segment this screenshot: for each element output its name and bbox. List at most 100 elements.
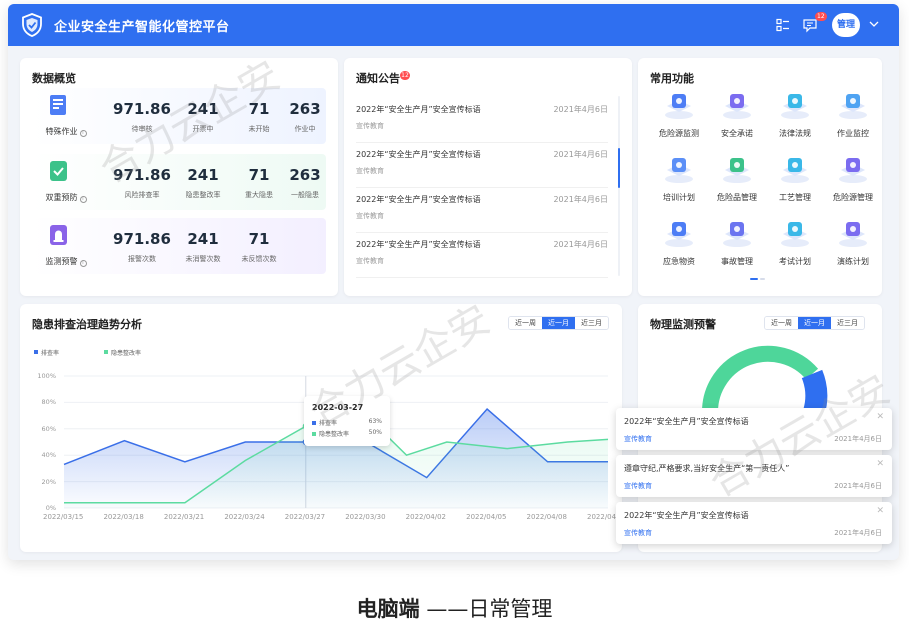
overview-row-dual-prevention[interactable]: 双重预防 i 971.86 风险排查率 241 隐患整改率 71 重大隐患 263… bbox=[32, 154, 326, 210]
overview-row-monitor-alert[interactable]: 监测预警 i 971.86 报警次数 241 未消警次数 71 未反馈次数 bbox=[32, 218, 326, 274]
overview-row-label: 特殊作业 i bbox=[36, 126, 96, 137]
stat-label: 风险排查率 bbox=[124, 191, 160, 199]
stat-label: 待审核 bbox=[131, 125, 153, 133]
notice-date: 2021年4月6日 bbox=[553, 240, 608, 249]
stat-value: 241 bbox=[187, 100, 219, 118]
function-item[interactable]: 危险源管理 bbox=[824, 156, 880, 212]
function-item[interactable]: 应急物资 bbox=[650, 220, 706, 276]
shield-check-icon bbox=[50, 161, 67, 181]
functions-card: 常用功能 危险源监测 安全承诺 法律法规 作业监控培训计划 危险品管理 工艺管理 危险源管理… bbox=[638, 58, 882, 296]
stat-value: 971.86 bbox=[113, 166, 171, 184]
monitor-popup[interactable]: 2022年“安全生产月”安全宣传标语 宣传教育 2021年4月6日 ✕ bbox=[616, 408, 892, 450]
function-item[interactable]: 工艺管理 bbox=[766, 156, 822, 212]
page-caption: 电脑端 ——日常管理 bbox=[356, 597, 553, 621]
function-label: 危险源监测 bbox=[659, 129, 699, 138]
app-frame: 企业安全生产智能化管控平台 12 管理 数据概览 特殊作业 i 971.86 待… bbox=[8, 4, 899, 560]
function-item[interactable]: 法律法规 bbox=[766, 92, 822, 148]
stat-value: 241 bbox=[187, 230, 219, 248]
chevron-down-icon[interactable] bbox=[868, 18, 880, 30]
notice-item[interactable]: 2022年“安全生产月”安全宣传标语 2021年4月6日 宣传教育 bbox=[356, 98, 608, 143]
notice-text: 2022年“安全生产月”安全宣传标语 bbox=[356, 240, 481, 249]
function-item[interactable]: 培训计划 bbox=[650, 156, 706, 212]
close-icon[interactable]: ✕ bbox=[876, 413, 884, 422]
popup-tag[interactable]: 宣传教育 bbox=[624, 434, 652, 444]
notice-date: 2021年4月6日 bbox=[553, 195, 608, 204]
overview-row-special-work[interactable]: 特殊作业 i 971.86 待审核 241 开票中 71 未开始 263 作业中 bbox=[32, 88, 326, 144]
function-label: 安全承诺 bbox=[721, 129, 753, 138]
functions-title: 常用功能 bbox=[650, 72, 694, 85]
function-label: 演练计划 bbox=[837, 257, 869, 266]
hazard-manage-icon bbox=[839, 158, 867, 183]
popup-text: 2022年“安全生产月”安全宣传标语 bbox=[624, 417, 749, 426]
notice-item[interactable]: 2022年“安全生产月”安全宣传标语 2021年4月6日 宣传教育 bbox=[356, 188, 608, 233]
stat-label: 重大隐患 bbox=[245, 191, 273, 199]
popup-text: 遵章守纪,严格要求,当好安全生产“第一责任人” bbox=[624, 464, 790, 473]
close-icon[interactable]: ✕ bbox=[876, 460, 884, 469]
notice-item[interactable]: 2022年“安全生产月”安全宣传标语 2021年4月6日 宣传教育 bbox=[356, 143, 608, 188]
app-title: 企业安全生产智能化管控平台 bbox=[54, 20, 230, 35]
function-label: 危险品管理 bbox=[717, 193, 757, 202]
tooltip-date: 2022-03-27 bbox=[312, 403, 364, 412]
notice-item[interactable]: 2022年“安全生产月”安全宣传标语 2021年4月6日 宣传教育 bbox=[356, 233, 608, 278]
drill-icon bbox=[839, 222, 867, 247]
popup-date: 2021年4月6日 bbox=[834, 482, 882, 490]
function-item[interactable]: 危险品管理 bbox=[708, 156, 764, 212]
function-item[interactable]: 考试计划 bbox=[766, 220, 822, 276]
notice-tag: 宣传教育 bbox=[356, 122, 384, 130]
safety-pledge-icon bbox=[723, 94, 751, 119]
grid-menu-icon[interactable] bbox=[775, 17, 791, 33]
notice-tag: 宣传教育 bbox=[356, 212, 384, 220]
notice-scrollbar-thumb[interactable] bbox=[618, 148, 620, 188]
process-icon bbox=[781, 158, 809, 183]
user-avatar[interactable]: 管理 bbox=[832, 13, 860, 37]
stat-value: 71 bbox=[248, 230, 270, 248]
stat-value: 971.86 bbox=[113, 230, 171, 248]
document-icon bbox=[50, 95, 66, 115]
notices-card: 通知公告 12 2022年“安全生产月”安全宣传标语 2021年4月6日 宣传教… bbox=[344, 58, 632, 296]
notice-tag: 宣传教育 bbox=[356, 167, 384, 175]
popup-text: 2022年“安全生产月”安全宣传标语 bbox=[624, 511, 749, 520]
stat-label: 开票中 bbox=[192, 125, 214, 133]
stat-label: 未消警次数 bbox=[185, 255, 221, 263]
exam-icon bbox=[781, 222, 809, 247]
function-item[interactable]: 演练计划 bbox=[824, 220, 880, 276]
tooltip-row: 排查率 63% bbox=[312, 418, 384, 427]
stat-label: 隐患整改率 bbox=[185, 191, 221, 199]
popup-tag[interactable]: 宣传教育 bbox=[624, 528, 652, 538]
function-item[interactable]: 危险源监测 bbox=[650, 92, 706, 148]
carousel-dot-active[interactable] bbox=[750, 278, 758, 280]
monitor-popup[interactable]: 遵章守纪,严格要求,当好安全生产“第一责任人” 宣传教育 2021年4月6日 ✕ bbox=[616, 455, 892, 497]
carousel-dots[interactable] bbox=[750, 278, 767, 297]
training-icon bbox=[665, 158, 693, 183]
function-item[interactable]: 作业监控 bbox=[824, 92, 880, 148]
stat-label: 一般隐患 bbox=[291, 191, 319, 199]
stat-value: 263 bbox=[289, 166, 321, 184]
function-label: 工艺管理 bbox=[779, 193, 811, 202]
carousel-dot[interactable] bbox=[760, 278, 765, 280]
message-count-badge: 12 bbox=[815, 12, 827, 21]
ring-segment-green bbox=[701, 345, 819, 413]
function-label: 考试计划 bbox=[779, 257, 811, 266]
function-label: 培训计划 bbox=[663, 193, 695, 202]
accident-icon bbox=[723, 222, 751, 247]
function-item[interactable]: 事故管理 bbox=[708, 220, 764, 276]
stat-label: 未开始 bbox=[248, 125, 270, 133]
law-icon bbox=[781, 94, 809, 119]
function-item[interactable]: 安全承诺 bbox=[708, 92, 764, 148]
overview-card: 数据概览 特殊作业 i 971.86 待审核 241 开票中 71 未开始 263… bbox=[20, 58, 338, 296]
close-icon[interactable]: ✕ bbox=[876, 507, 884, 516]
popup-tag[interactable]: 宣传教育 bbox=[624, 481, 652, 491]
monitor-popup[interactable]: 2022年“安全生产月”安全宣传标语 宣传教育 2021年4月6日 ✕ bbox=[616, 502, 892, 544]
function-label: 法律法规 bbox=[779, 129, 811, 138]
stat-value: 71 bbox=[248, 100, 270, 118]
ring-segment-blue bbox=[801, 369, 828, 416]
trend-card: 隐患排查治理趋势分析 近一周 近一月 近三月 排查率 隐患整改率 0% 20% 40… bbox=[20, 304, 627, 552]
emergency-supply-icon bbox=[665, 222, 693, 247]
overview-row-label: 双重预防 i bbox=[36, 192, 96, 203]
notices-title: 通知公告 bbox=[356, 72, 400, 85]
notice-date: 2021年4月6日 bbox=[553, 150, 608, 159]
popup-date: 2021年4月6日 bbox=[834, 435, 882, 443]
notice-text: 2022年“安全生产月”安全宣传标语 bbox=[356, 195, 481, 204]
tooltip-row: 隐患整改率 50% bbox=[312, 429, 384, 438]
notice-count-badge: 12 bbox=[400, 71, 410, 80]
